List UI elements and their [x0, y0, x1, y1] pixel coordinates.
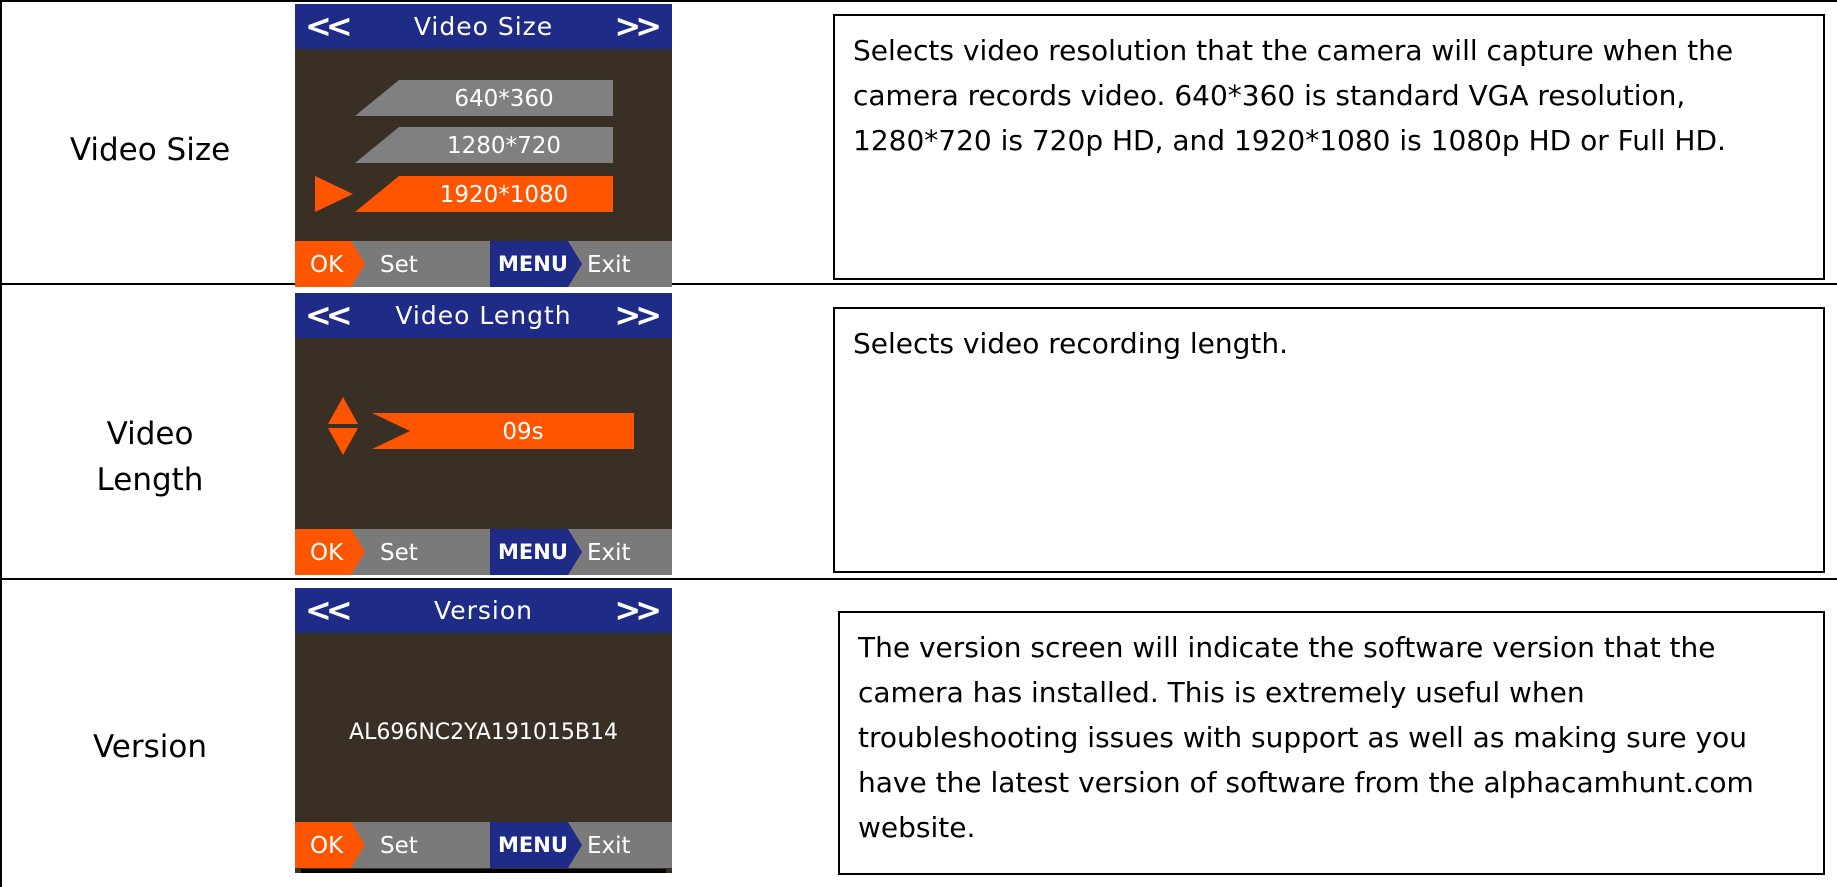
menu-arrow-icon — [568, 822, 582, 868]
description-video-length: Selects video recording length. — [833, 307, 1825, 573]
next-page-button[interactable]: >> — [614, 591, 662, 629]
screen-bottom-edge — [301, 869, 666, 873]
screen-footer: OK Set MENU Exit — [295, 822, 672, 868]
selection-arrow-icon — [315, 176, 353, 212]
set-label: Set — [380, 540, 418, 566]
menu-button[interactable]: MENU — [490, 241, 568, 287]
camera-screen-version: << Version >> AL696NC2YA191015B14 OK Set… — [295, 588, 672, 873]
ok-button[interactable]: OK — [295, 241, 351, 287]
video-length-value[interactable]: 09s — [372, 413, 634, 449]
ok-button[interactable]: OK — [295, 822, 351, 868]
row-divider — [0, 578, 1837, 580]
table-border-left — [0, 0, 2, 887]
row-label-video-size: Video Size — [69, 132, 231, 168]
menu-arrow-icon — [568, 529, 582, 575]
row-label-version: Version — [93, 729, 207, 765]
table-border-top — [0, 0, 1837, 2]
option-1920x1080[interactable]: 1920*1080 — [355, 176, 613, 212]
ok-button[interactable]: OK — [295, 529, 351, 575]
ok-arrow-icon — [351, 822, 365, 868]
option-1280x720[interactable]: 1280*720 — [355, 127, 613, 163]
next-page-button[interactable]: >> — [614, 296, 662, 334]
exit-label: Exit — [587, 252, 631, 278]
value-label: 09s — [502, 419, 544, 445]
menu-button[interactable]: MENU — [490, 529, 568, 575]
exit-label: Exit — [587, 833, 631, 859]
description-version: The version screen will indicate the sof… — [838, 611, 1825, 875]
screen-title-bar: << Video Size >> — [295, 4, 672, 49]
camera-screen-video-length: << Video Length >> 09s OK Set MENU Exit — [295, 293, 672, 575]
screen-footer: OK Set MENU Exit — [295, 529, 672, 575]
option-label: 640*360 — [454, 86, 554, 112]
row-label-video-length-line1: Video — [106, 416, 194, 452]
set-label: Set — [380, 252, 418, 278]
set-label: Set — [380, 833, 418, 859]
row-divider — [0, 283, 1837, 285]
version-string: AL696NC2YA191015B14 — [349, 720, 618, 745]
option-label: 1920*1080 — [439, 182, 569, 208]
option-640x360[interactable]: 640*360 — [355, 80, 613, 116]
up-down-arrows-icon[interactable] — [328, 397, 358, 455]
screen-title-bar: << Version >> — [295, 588, 672, 633]
row-label-video-length-line2: Length — [96, 462, 204, 498]
option-label: 1280*720 — [447, 133, 561, 159]
camera-screen-video-size: << Video Size >> 640*360 1280*720 1920*1… — [295, 4, 672, 287]
menu-arrow-icon — [568, 241, 582, 287]
ok-arrow-icon — [351, 241, 365, 287]
next-page-button[interactable]: >> — [614, 7, 662, 45]
ok-arrow-icon — [351, 529, 365, 575]
screen-title-bar: << Video Length >> — [295, 293, 672, 338]
exit-label: Exit — [587, 540, 631, 566]
settings-table: Video Size << Video Size >> 640*360 1280… — [0, 0, 1837, 887]
screen-footer: OK Set MENU Exit — [295, 241, 672, 287]
description-video-size: Selects video resolution that the camera… — [833, 14, 1825, 280]
menu-button[interactable]: MENU — [490, 822, 568, 868]
